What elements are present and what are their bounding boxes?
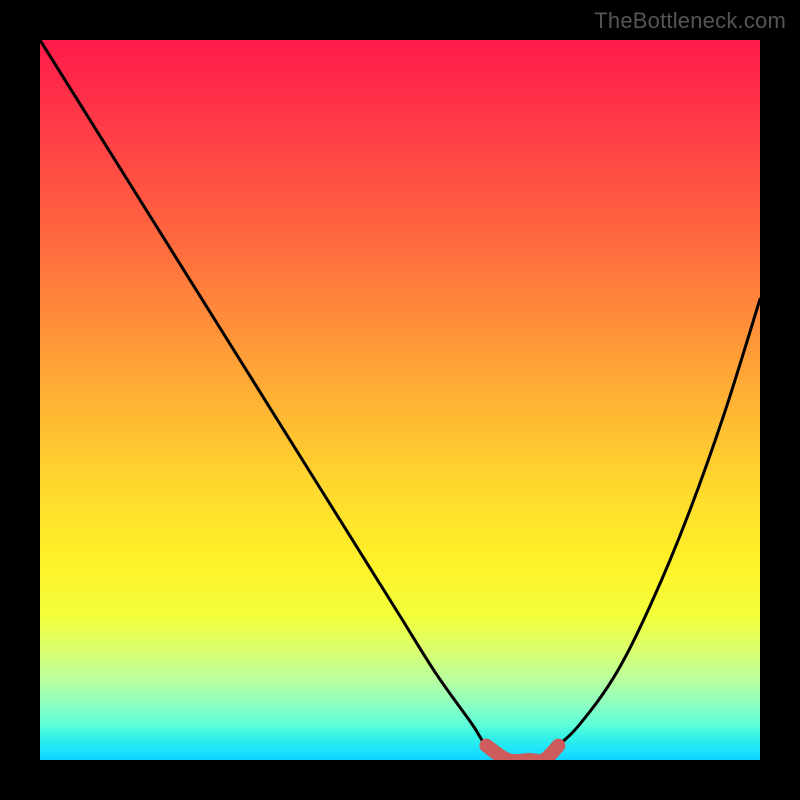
watermark-text: TheBottleneck.com bbox=[594, 8, 786, 34]
chart-container: TheBottleneck.com bbox=[0, 0, 800, 800]
optimal-range-marker bbox=[486, 746, 558, 760]
bottleneck-curve bbox=[40, 40, 760, 760]
plot-area bbox=[40, 40, 760, 760]
chart-svg bbox=[40, 40, 760, 760]
